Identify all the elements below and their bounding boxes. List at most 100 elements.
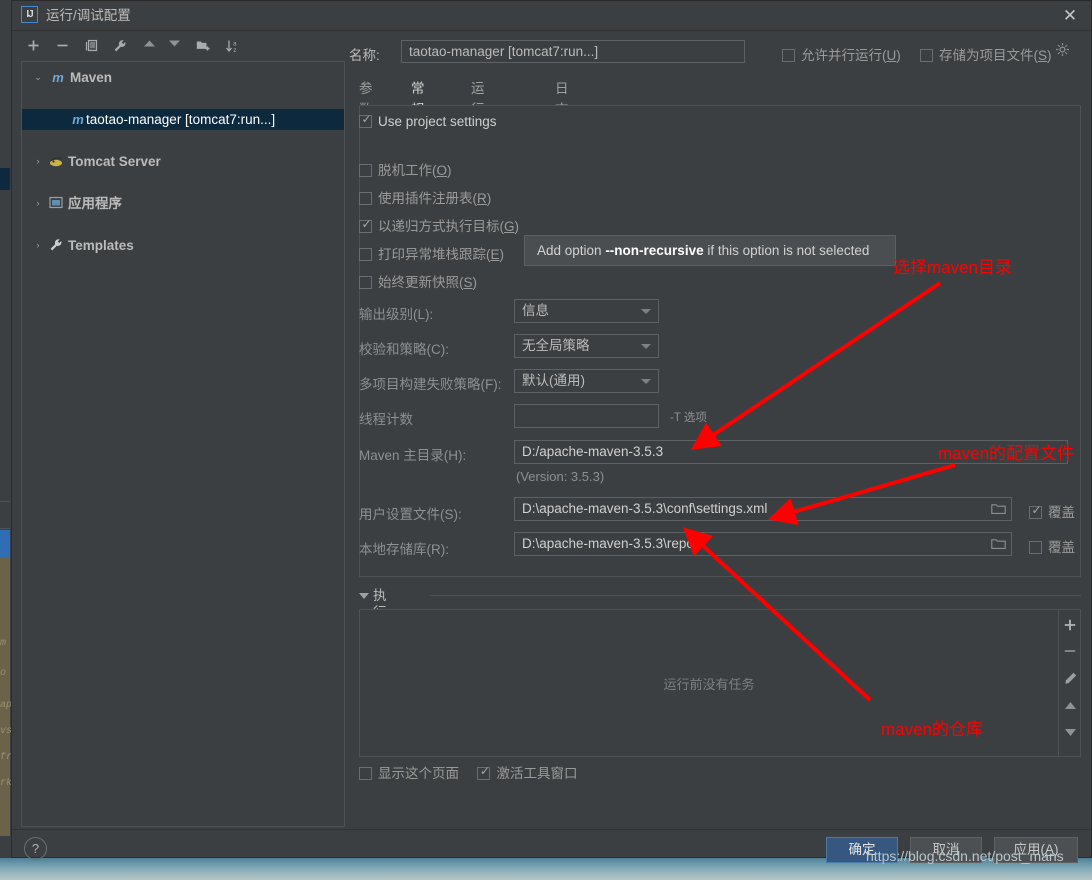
background-editor-area xyxy=(0,558,10,836)
configurations-tree[interactable]: ⌄ m Maven m taotao-manager [tomcat7:run.… xyxy=(21,61,345,827)
store-as-project-file-box[interactable] xyxy=(920,49,933,62)
background-divider-1 xyxy=(0,501,10,502)
local-repository-override-box[interactable] xyxy=(1029,541,1042,554)
tree-label-taotao-manager: taotao-manager [tomcat7:run...] xyxy=(86,109,275,130)
tree-row-maven[interactable]: ⌄ m Maven xyxy=(22,67,344,88)
local-repository-label: 本地存储库(R): xyxy=(359,538,449,558)
activate-tool-window-checkbox[interactable]: 激活工具窗口 xyxy=(477,762,577,783)
output-level-value: 信息 xyxy=(522,303,549,318)
user-settings-override-checkbox[interactable]: 覆盖 xyxy=(1029,501,1075,522)
checksum-policy-label: 校验和策略(C): xyxy=(359,338,449,358)
configurations-toolbar: az xyxy=(21,34,343,60)
chevron-right-icon[interactable]: › xyxy=(31,193,45,214)
allow-parallel-run-box[interactable] xyxy=(782,49,795,62)
name-label: 名称: xyxy=(349,44,380,64)
execute-goals-recursively-label: 以递归方式执行目标(G) xyxy=(378,219,519,234)
show-this-page-checkbox[interactable]: 显示这个页面 xyxy=(359,762,459,783)
chevron-right-icon[interactable]: › xyxy=(31,235,45,256)
tree-row-templates[interactable]: › Templates xyxy=(22,235,344,256)
configuration-name-input[interactable]: taotao-manager [tomcat7:run...] xyxy=(401,40,745,63)
thread-count-label: 线程计数 xyxy=(359,408,413,428)
user-settings-override-label: 覆盖 xyxy=(1048,505,1075,520)
use-plugin-registry-box[interactable] xyxy=(359,192,372,205)
output-level-combo[interactable]: 信息 xyxy=(514,299,659,323)
svg-text:z: z xyxy=(233,47,237,53)
user-settings-browse-icon[interactable] xyxy=(990,503,1006,517)
always-update-snapshots-checkbox[interactable]: 始终更新快照(S) xyxy=(359,271,477,292)
work-offline-box[interactable] xyxy=(359,164,372,177)
intellij-idea-icon: IJ xyxy=(21,6,38,23)
multiproject-fail-policy-value: 默认(通用) xyxy=(522,373,585,388)
new-folder-icon[interactable] xyxy=(191,34,215,58)
watermark: https://blog.csdn.net/post_mans xyxy=(866,848,1064,864)
move-task-down-button[interactable] xyxy=(1059,721,1081,743)
thread-count-input[interactable] xyxy=(514,404,659,428)
chevron-down-icon xyxy=(641,379,651,384)
close-icon[interactable]: ✕ xyxy=(1059,5,1081,27)
local-repository-input[interactable]: D:\apache-maven-3.5.3\repo xyxy=(514,532,1012,556)
allow-parallel-run-checkbox[interactable]: 允许并行运行(U) xyxy=(782,44,901,65)
maven-home-label: Maven 主目录(H): xyxy=(359,444,466,464)
background-selection-2 xyxy=(0,530,10,558)
footer-divider xyxy=(12,829,1091,830)
annotation-maven-repository: maven的仓库 xyxy=(881,715,983,740)
activate-tool-window-label: 激活工具窗口 xyxy=(496,766,577,781)
print-exception-stacktrace-box[interactable] xyxy=(359,248,372,261)
activate-tool-window-box[interactable] xyxy=(477,767,490,780)
multiproject-fail-policy-combo[interactable]: 默认(通用) xyxy=(514,369,659,393)
print-exception-stacktrace-label: 打印异常堆栈跟踪(E) xyxy=(378,247,504,262)
output-level-label: 输出级别(L): xyxy=(359,303,433,323)
move-task-up-button[interactable] xyxy=(1059,694,1081,716)
local-repository-browse-icon[interactable] xyxy=(990,538,1006,552)
dialog-titlebar: IJ 运行/调试配置 ✕ xyxy=(12,1,1091,31)
tree-row-tomcat-server[interactable]: › Tomcat Server xyxy=(22,151,344,172)
tree-label-templates: Templates xyxy=(68,235,134,256)
user-settings-file-input[interactable]: D:\apache-maven-3.5.3\conf\settings.xml xyxy=(514,497,1012,521)
use-project-settings-checkbox[interactable]: Use project settings xyxy=(359,113,497,131)
local-repository-override-checkbox[interactable]: 覆盖 xyxy=(1029,536,1075,557)
use-project-settings-label: Use project settings xyxy=(378,114,497,129)
user-settings-file-label: 用户设置文件(S): xyxy=(359,503,462,523)
collapse-triangle-icon[interactable] xyxy=(359,593,369,599)
chevron-down-icon[interactable]: ⌄ xyxy=(31,67,45,88)
remove-task-button[interactable] xyxy=(1059,640,1081,662)
store-as-project-file-checkbox[interactable]: 存储为项目文件(S) xyxy=(920,44,1052,65)
use-project-settings-box[interactable] xyxy=(359,115,372,128)
tomcat-icon xyxy=(48,154,64,169)
gear-icon[interactable] xyxy=(1055,43,1069,57)
multiproject-fail-policy-label: 多项目构建失败策略(F): xyxy=(359,373,502,393)
move-up-button[interactable] xyxy=(137,34,161,58)
tree-label-tomcat-server: Tomcat Server xyxy=(68,151,161,172)
edit-task-pencil-icon[interactable] xyxy=(1059,667,1081,689)
move-down-button[interactable] xyxy=(162,34,186,58)
tree-row-taotao-manager[interactable]: m taotao-manager [tomcat7:run...] xyxy=(22,109,344,130)
remove-configuration-button[interactable] xyxy=(50,34,74,58)
tooltip-suffix: if this option is not selected xyxy=(704,243,870,258)
tree-row-application[interactable]: › 应用程序 xyxy=(22,193,344,214)
sort-alphabetically-icon[interactable]: az xyxy=(220,34,244,58)
show-this-page-box[interactable] xyxy=(359,767,372,780)
maven-icon: m xyxy=(70,112,86,127)
tree-label-application: 应用程序 xyxy=(68,193,122,214)
copy-configuration-button[interactable] xyxy=(79,34,103,58)
chevron-down-icon xyxy=(641,309,651,314)
chevron-right-icon[interactable]: › xyxy=(31,151,45,172)
application-icon xyxy=(48,196,64,211)
execute-goals-recursively-checkbox[interactable]: 以递归方式执行目标(G) xyxy=(359,215,519,236)
add-task-button[interactable] xyxy=(1059,614,1081,636)
tree-label-maven: Maven xyxy=(70,67,112,88)
bottom-checkbox-row: 显示这个页面 激活工具窗口 xyxy=(359,762,577,783)
help-button[interactable]: ? xyxy=(24,837,47,860)
allow-parallel-run-label: 允许并行运行(U) xyxy=(801,48,901,63)
checksum-policy-combo[interactable]: 无全局策略 xyxy=(514,334,659,358)
edit-templates-wrench-icon[interactable] xyxy=(108,34,132,58)
work-offline-checkbox[interactable]: 脱机工作(O) xyxy=(359,159,452,180)
recursive-option-tooltip: Add option --non-recursive if this optio… xyxy=(524,235,896,266)
background-selection-1 xyxy=(0,168,10,190)
print-exception-stacktrace-checkbox[interactable]: 打印异常堆栈跟踪(E) xyxy=(359,243,504,264)
use-plugin-registry-checkbox[interactable]: 使用插件注册表(R) xyxy=(359,187,491,208)
always-update-snapshots-box[interactable] xyxy=(359,276,372,289)
execute-goals-recursively-box[interactable] xyxy=(359,220,372,233)
user-settings-override-box[interactable] xyxy=(1029,506,1042,519)
add-configuration-button[interactable] xyxy=(21,34,45,58)
